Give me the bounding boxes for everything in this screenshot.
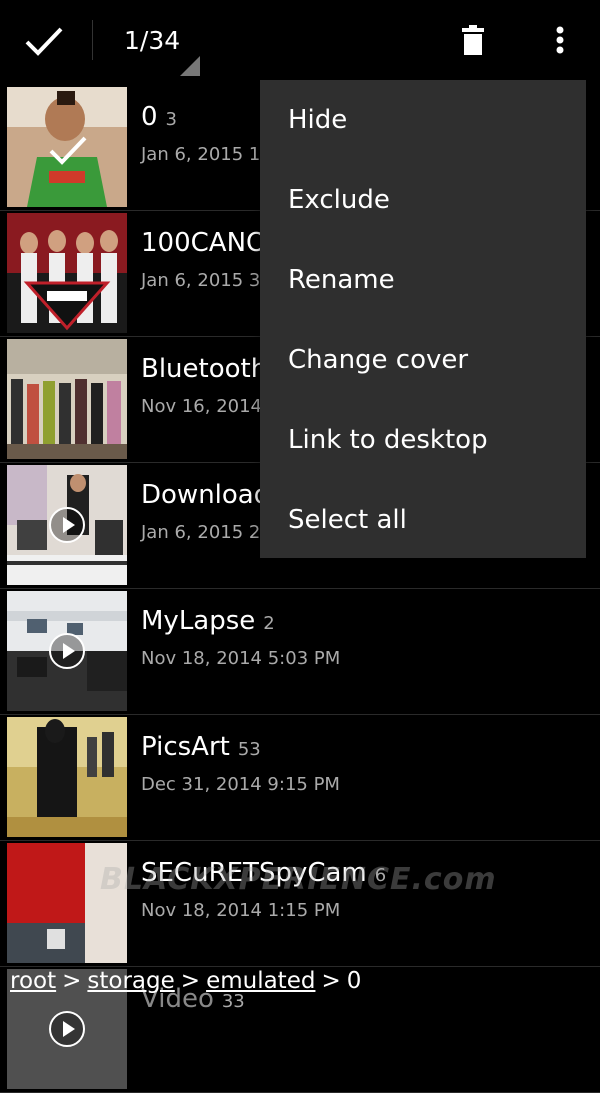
folder-thumbnail <box>7 591 127 711</box>
play-icon <box>49 633 85 669</box>
delete-button[interactable] <box>452 20 494 60</box>
more-vert-icon <box>556 26 564 54</box>
play-icon <box>49 507 85 543</box>
spinner-indicator <box>180 56 200 76</box>
folder-count: 3 <box>165 109 177 130</box>
folder-row[interactable]: SECuRETSpyCam 6 Nov 18, 2014 1:15 PM <box>0 840 600 967</box>
overflow-menu-button[interactable] <box>544 20 576 60</box>
folder-thumbnail <box>7 843 127 963</box>
breadcrumb-separator: > <box>321 968 341 994</box>
menu-item-hide[interactable]: Hide <box>260 80 586 160</box>
watermark: BLACKXPERIENCE.com <box>100 862 497 897</box>
selected-check-icon <box>49 136 87 165</box>
folder-thumbnail <box>7 339 127 459</box>
folder-date: Dec 31, 2014 9:15 PM <box>141 774 340 795</box>
breadcrumb-emulated[interactable]: emulated <box>206 968 315 994</box>
folder-count: 2 <box>263 613 275 634</box>
folder-date: Jan 6, 2015 2 <box>141 522 261 543</box>
folder-row[interactable]: MyLapse 2 Nov 18, 2014 5:03 PM <box>0 588 600 715</box>
folder-count: 53 <box>237 739 261 760</box>
folder-date: Nov 16, 2014 <box>141 396 263 417</box>
folder-thumbnail <box>7 87 127 207</box>
overflow-menu: Hide Exclude Rename Change cover Link to… <box>260 80 586 558</box>
folder-row[interactable]: PicsArt 53 Dec 31, 2014 9:15 PM <box>0 714 600 841</box>
trash-icon <box>462 25 484 55</box>
breadcrumb-separator: > <box>180 968 201 994</box>
folder-name: MyLapse 2 <box>141 606 275 636</box>
folder-name: 03 <box>141 102 177 132</box>
menu-item-exclude[interactable]: Exclude <box>260 160 586 240</box>
folder-thumbnail <box>7 465 127 585</box>
divider <box>92 20 93 60</box>
folder-name: Bluetooth <box>141 354 268 384</box>
menu-item-link-to-desktop[interactable]: Link to desktop <box>260 400 586 480</box>
folder-date: Nov 18, 2014 1:15 PM <box>141 900 341 921</box>
play-icon <box>49 1011 85 1047</box>
breadcrumb-current: 0 <box>346 968 362 994</box>
breadcrumb: root > storage > emulated >0 <box>0 968 600 1008</box>
breadcrumb-storage[interactable]: storage <box>87 968 174 994</box>
folder-date: Jan 6, 2015 1 <box>141 144 261 165</box>
done-button[interactable] <box>18 18 70 64</box>
breadcrumb-root[interactable]: root <box>10 968 56 994</box>
folder-name: PicsArt 53 <box>141 732 261 762</box>
selection-counter[interactable]: 1/34 <box>124 26 180 55</box>
folder-name: Download <box>141 480 271 510</box>
menu-item-select-all[interactable]: Select all <box>260 480 586 560</box>
breadcrumb-separator: > <box>62 968 82 994</box>
menu-item-rename[interactable]: Rename <box>260 240 586 320</box>
action-bar: 1/34 <box>0 0 600 82</box>
folder-date: Jan 6, 2015 3 <box>141 270 261 291</box>
menu-item-change-cover[interactable]: Change cover <box>260 320 586 400</box>
folder-name: 100CANO <box>141 228 267 258</box>
check-icon <box>25 27 63 56</box>
folder-thumbnail <box>7 717 127 837</box>
folder-thumbnail <box>7 213 127 333</box>
folder-date: Nov 18, 2014 5:03 PM <box>141 648 341 669</box>
